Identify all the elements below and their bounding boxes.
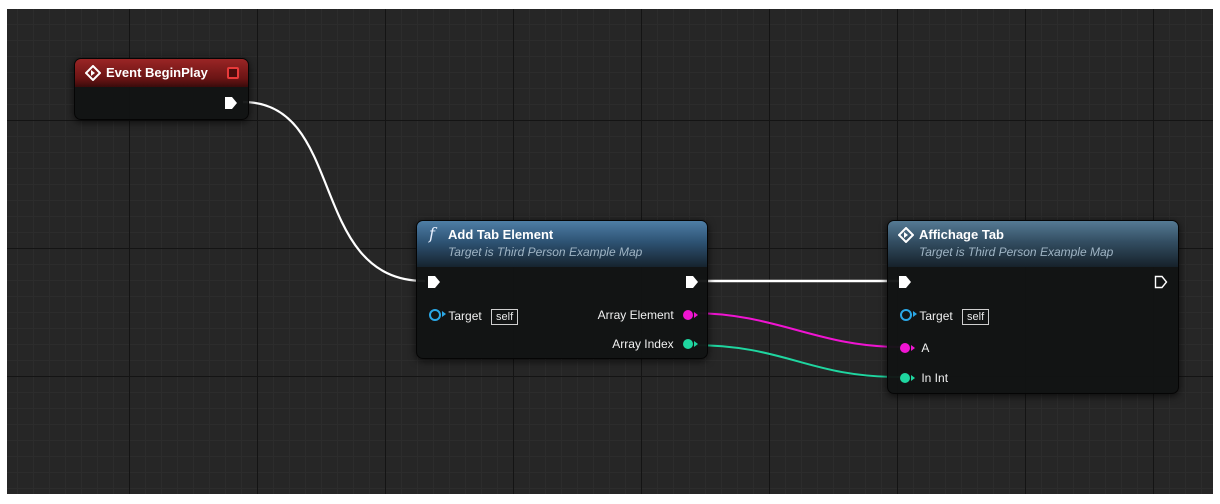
exec-out-pin-unconnected[interactable] — [1154, 275, 1168, 289]
node-title: Add Tab Element — [448, 227, 554, 242]
blueprint-graph-canvas[interactable]: Event BeginPlay f Add Tab Element Target… — [7, 9, 1213, 494]
object-pin-icon[interactable] — [429, 309, 446, 321]
node-header: Affichage Tab Target is Third Person Exa… — [888, 221, 1178, 267]
pin-label: Target — [919, 309, 953, 323]
exec-wire-beginplay-to-addtab — [242, 100, 426, 283]
array-element-pin-row[interactable]: Array Element — [594, 306, 698, 324]
target-pin-row[interactable]: Target self — [429, 307, 519, 325]
pin-label: A — [921, 341, 930, 355]
diamond-arrow-icon — [898, 227, 914, 243]
pin-label: In Int — [921, 371, 949, 385]
node-title: Affichage Tab — [919, 227, 1004, 242]
affichage-tab-node[interactable]: Affichage Tab Target is Third Person Exa… — [887, 220, 1179, 394]
pin-label: Array Element — [597, 308, 674, 322]
node-header: f Add Tab Element Target is Third Person… — [417, 221, 707, 267]
node-header: Event BeginPlay — [75, 59, 248, 87]
wildcard-pin-icon[interactable] — [683, 310, 698, 320]
object-pin-icon[interactable] — [900, 309, 917, 321]
event-beginplay-node[interactable]: Event BeginPlay — [74, 58, 249, 120]
add-tab-element-node[interactable]: f Add Tab Element Target is Third Person… — [416, 220, 708, 359]
a-pin-row[interactable]: A — [900, 339, 929, 357]
exec-out-pin[interactable] — [224, 96, 238, 110]
target-default-value[interactable]: self — [962, 309, 990, 325]
delegate-square-icon[interactable] — [227, 67, 239, 79]
pin-label: Array Index — [612, 337, 674, 351]
diamond-arrow-icon — [85, 65, 101, 81]
exec-in-pin[interactable] — [898, 275, 912, 289]
wire-array-index-to-in-int — [690, 344, 901, 378]
function-f-icon: f — [429, 224, 435, 243]
pin-label: Target — [448, 309, 482, 323]
wildcard-pin-icon[interactable] — [900, 343, 915, 353]
node-subtitle: Target is Third Person Example Map — [448, 245, 643, 259]
exec-out-pin[interactable] — [685, 275, 699, 289]
target-pin-row[interactable]: Target self — [900, 307, 990, 325]
in-int-pin-row[interactable]: In Int — [900, 369, 948, 387]
int-pin-icon[interactable] — [900, 373, 915, 383]
int-pin-icon[interactable] — [683, 339, 698, 349]
wire-array-element-to-a — [690, 312, 901, 348]
node-title: Event BeginPlay — [106, 65, 208, 80]
exec-in-pin[interactable] — [427, 275, 441, 289]
target-default-value[interactable]: self — [491, 309, 519, 325]
node-subtitle: Target is Third Person Example Map — [919, 245, 1114, 259]
array-index-pin-row[interactable]: Array Index — [608, 335, 698, 353]
